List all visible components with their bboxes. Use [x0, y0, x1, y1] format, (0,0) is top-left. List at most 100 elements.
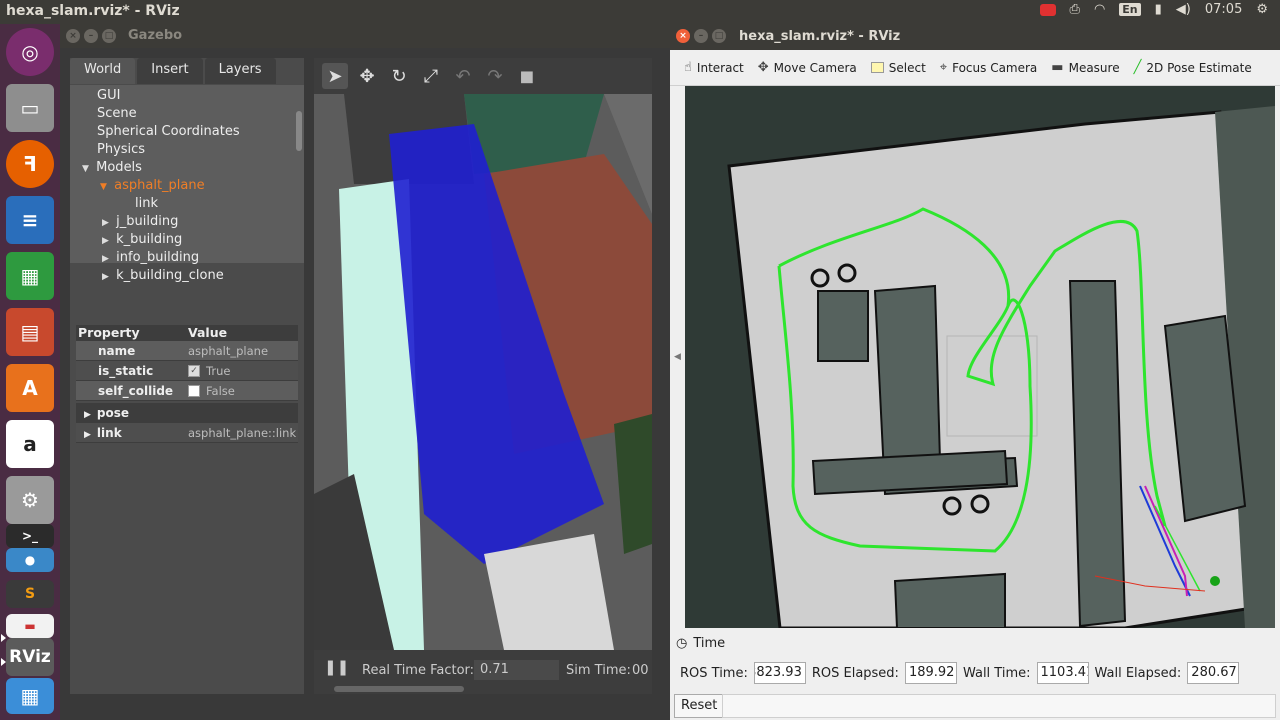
firefox-icon[interactable]: ꟻ — [6, 140, 54, 188]
tree-item-link[interactable]: link — [135, 195, 158, 213]
ros-elapsed-field[interactable]: 189.92 — [904, 662, 957, 684]
ros-elapsed-label: ROS Elapsed: — [811, 665, 899, 681]
status-bar — [722, 694, 1276, 718]
tool-label: Move Camera — [773, 60, 857, 75]
tool-2d-pose-estimate[interactable]: ╱ 2D Pose Estimate — [1134, 60, 1252, 75]
tool-select[interactable]: Select — [870, 61, 926, 75]
software-center-icon[interactable]: A — [6, 364, 54, 412]
system-settings-icon[interactable]: ⚙ — [6, 476, 54, 524]
gazebo-titlebar: × – □ Gazebo — [60, 24, 670, 48]
checkbox-checked[interactable]: ✓ — [188, 364, 200, 377]
volume-icon[interactable]: ◀) — [1176, 2, 1191, 17]
ubuntu-dash-icon[interactable]: ◎ — [6, 28, 54, 76]
collapsed-arrow-icon[interactable]: ▶ — [102, 232, 112, 250]
checkbox-unchecked[interactable] — [188, 384, 200, 397]
files-icon[interactable]: ▭ — [6, 84, 54, 132]
gazebo-scene[interactable] — [314, 94, 652, 650]
launcher: ◎ ▭ ꟻ ≡ ▦ ▤ A a ⚙ >_ ● S ▬ RViz ▦ — [0, 24, 60, 720]
property-row-pose[interactable]: ▶ pose — [76, 403, 298, 423]
minimize-icon[interactable]: – — [84, 29, 98, 43]
tree-item-asphalt-plane: asphalt_plane — [114, 178, 205, 193]
tool-focus-camera[interactable]: ⌖ Focus Camera — [940, 60, 1038, 75]
tool-interact[interactable]: ☝ Interact — [684, 60, 744, 75]
tree-item-k-building: k_building — [116, 232, 183, 247]
collapsed-arrow-icon[interactable]: ▶ — [102, 250, 112, 268]
ros-time-field[interactable]: 3823.93 — [753, 662, 806, 684]
property-value: False — [206, 383, 235, 398]
tab-insert[interactable]: Insert — [137, 58, 203, 84]
box-shape-icon[interactable]: ◼ — [514, 63, 540, 89]
property-key: name — [98, 343, 136, 358]
wall-elapsed-field[interactable]: 280.67 — [1187, 662, 1240, 684]
rotate-icon[interactable]: ↻ — [386, 63, 412, 89]
wall-time-label: Wall Time: — [962, 665, 1031, 681]
impress-icon[interactable]: ▤ — [6, 308, 54, 356]
wifi-icon[interactable]: ◠ — [1094, 2, 1105, 17]
tree-item-info-building-row[interactable]: ▶ info_building — [102, 249, 199, 267]
gazebo-3d-view[interactable]: ➤ ✥ ↻ ⤢ ↶ ↷ ◼ ❚❚ Real Time Factor: 0.71 … — [314, 58, 652, 694]
pause-icon[interactable]: ❚❚ — [324, 658, 349, 676]
calc-icon[interactable]: ▦ — [6, 252, 54, 300]
tool-move-camera[interactable]: ✥ Move Camera — [758, 60, 857, 75]
pose-estimate-icon: ╱ — [1133, 60, 1142, 75]
redo-icon[interactable]: ↷ — [482, 63, 508, 89]
minimize-icon[interactable]: – — [694, 29, 708, 43]
tree-item-k-building-row[interactable]: ▶ k_building — [102, 231, 182, 249]
workspace-icon[interactable]: ▦ — [6, 678, 54, 714]
tree-item-models-row[interactable]: ▼ Models — [82, 159, 142, 177]
keyboard-layout-indicator[interactable]: En — [1119, 3, 1141, 16]
gazebo-icon[interactable]: ▬ — [1, 614, 54, 642]
gazebo-scene-render — [314, 94, 652, 650]
tree-item-asphalt-plane-row[interactable]: ▼ asphalt_plane — [100, 177, 205, 195]
expanded-arrow-icon[interactable]: ▼ — [100, 178, 110, 196]
property-row-link[interactable]: ▶ link asphalt_plane::link — [76, 423, 298, 443]
tab-layers[interactable]: Layers — [204, 58, 276, 84]
wall-time-field[interactable]: 1103.41 — [1036, 662, 1089, 684]
chrome-icon[interactable]: ● — [6, 548, 54, 572]
slam-map-render — [685, 86, 1275, 628]
horizontal-scrollbar[interactable] — [334, 686, 464, 692]
maximize-icon[interactable]: □ — [102, 29, 116, 43]
rviz-window-title: hexa_slam.rviz* - RViz — [739, 29, 901, 44]
maximize-icon[interactable]: □ — [712, 29, 726, 43]
sublime-icon[interactable]: S — [6, 580, 54, 608]
tool-label: 2D Pose Estimate — [1146, 60, 1252, 75]
amazon-icon[interactable]: a — [6, 420, 54, 468]
tree-item-spherical-coordinates[interactable]: Spherical Coordinates — [97, 123, 240, 141]
collapsed-arrow-icon: ▶ — [84, 429, 91, 440]
tree-item-physics[interactable]: Physics — [97, 141, 145, 159]
rviz-icon[interactable]: RViz — [1, 638, 54, 676]
collapsed-arrow-icon[interactable]: ▶ — [102, 214, 112, 232]
tool-measure[interactable]: ▬ Measure — [1051, 60, 1119, 75]
battery-icon[interactable]: ▮ — [1155, 2, 1162, 17]
tab-world[interactable]: World — [70, 58, 136, 84]
select-arrow-icon[interactable]: ➤ — [322, 63, 348, 89]
property-row-self-collide[interactable]: self_collide False — [76, 381, 298, 401]
tree-scrollbar[interactable] — [296, 111, 302, 151]
property-row-name[interactable]: name asphalt_plane — [76, 341, 298, 361]
undo-icon[interactable]: ↶ — [450, 63, 476, 89]
reset-button[interactable]: Reset — [674, 694, 725, 718]
close-icon[interactable]: × — [676, 29, 690, 43]
close-icon[interactable]: × — [66, 29, 80, 43]
collapse-left-panel-icon[interactable]: ◀ — [674, 352, 681, 362]
tree-item-gui[interactable]: GUI — [97, 87, 120, 105]
writer-icon[interactable]: ≡ — [6, 196, 54, 244]
terminal-icon[interactable]: >_ — [6, 524, 54, 548]
scale-icon[interactable]: ⤢ — [418, 63, 444, 89]
rviz-3d-view[interactable] — [685, 86, 1275, 628]
translate-icon[interactable]: ✥ — [354, 63, 380, 89]
sim-time-value: 00 — [632, 663, 649, 678]
settings-gear-icon[interactable]: ⚙ — [1256, 2, 1268, 17]
tree-item-scene[interactable]: Scene — [97, 105, 137, 123]
collapsed-arrow-icon[interactable]: ▶ — [102, 268, 112, 286]
tree-item-k-building-clone-row[interactable]: ▶ k_building_clone — [102, 267, 224, 285]
printer-icon[interactable]: ⎙ — [1070, 2, 1080, 17]
property-value: True — [206, 363, 231, 378]
property-row-is-static[interactable]: is_static ✓ True — [76, 361, 298, 381]
expanded-arrow-icon[interactable]: ▼ — [82, 160, 92, 178]
record-icon[interactable] — [1039, 3, 1056, 16]
tree-item-j-building-row[interactable]: ▶ j_building — [102, 213, 178, 231]
clock[interactable]: 07:05 — [1205, 2, 1242, 17]
tree-item-k-building-clone: k_building_clone — [116, 268, 224, 283]
